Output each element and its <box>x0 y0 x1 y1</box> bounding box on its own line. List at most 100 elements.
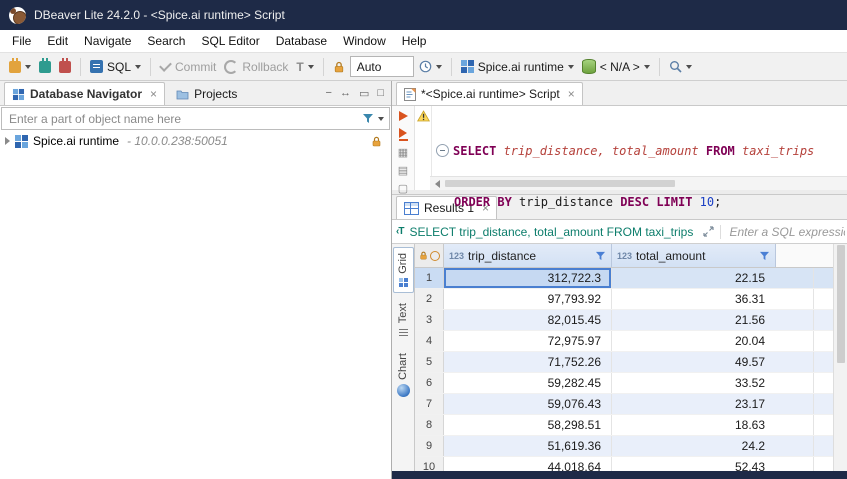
table-row[interactable]: 1 312,722.3 22.15 <box>415 268 833 289</box>
rollback-button[interactable]: Rollback <box>221 58 291 76</box>
disconnect-button[interactable] <box>56 59 74 75</box>
row-number[interactable]: 4 <box>415 331 444 351</box>
cell-trip-distance[interactable]: 97,793.92 <box>444 289 612 309</box>
presentation-tab-chart[interactable]: Chart <box>394 348 413 402</box>
table-row[interactable]: 9 51,619.36 24.2 <box>415 436 833 457</box>
scrollbar-thumb[interactable] <box>837 245 845 363</box>
connection-icon <box>461 60 474 73</box>
active-connection-selector[interactable]: Spice.ai runtime <box>458 58 577 76</box>
cell-total-amount[interactable]: 24.2 <box>612 436 814 456</box>
menu-database[interactable]: Database <box>268 31 335 52</box>
presentation-tab-grid[interactable]: Grid <box>393 247 414 293</box>
expander-icon[interactable] <box>5 137 10 145</box>
cell-total-amount[interactable]: 33.52 <box>612 373 814 393</box>
collapse-all-icon[interactable]: − <box>326 87 332 99</box>
row-number[interactable]: 1 <box>415 268 444 288</box>
filter-sort-icon[interactable] <box>595 251 606 261</box>
menu-edit[interactable]: Edit <box>39 31 76 52</box>
cell-total-amount[interactable]: 18.63 <box>612 415 814 435</box>
cell-total-amount[interactable]: 36.31 <box>612 289 814 309</box>
menu-window[interactable]: Window <box>335 31 394 52</box>
fold-icon[interactable] <box>436 144 449 157</box>
transaction-mode-button[interactable]: T <box>293 58 316 76</box>
execute-script-icon[interactable] <box>399 128 408 141</box>
row-number[interactable]: 5 <box>415 352 444 372</box>
numeric-type-icon: 123 <box>617 251 632 261</box>
scrollbar-thumb[interactable] <box>445 180 675 187</box>
tree-item-connection[interactable]: Spice.ai runtime - 10.0.0.238:50051 <box>0 131 391 151</box>
menu-sql-editor[interactable]: SQL Editor <box>193 31 267 52</box>
chevron-down-icon[interactable] <box>378 117 384 124</box>
table-row[interactable]: 3 82,015.45 21.56 <box>415 310 833 331</box>
query-history-button[interactable] <box>416 58 445 75</box>
execute-statement-icon[interactable] <box>399 111 408 121</box>
cell-trip-distance[interactable]: 59,076.43 <box>444 394 612 414</box>
row-number[interactable]: 2 <box>415 289 444 309</box>
menu-navigate[interactable]: Navigate <box>76 31 139 52</box>
close-icon[interactable]: × <box>150 88 157 100</box>
search-button[interactable] <box>666 58 695 75</box>
cell-total-amount[interactable]: 23.17 <box>612 394 814 414</box>
row-number[interactable]: 6 <box>415 373 444 393</box>
minimize-icon[interactable]: ▭ <box>359 87 369 100</box>
cell-total-amount[interactable]: 21.56 <box>612 310 814 330</box>
table-row[interactable]: 2 97,793.92 36.31 <box>415 289 833 310</box>
tab-projects[interactable]: Projects <box>169 83 244 105</box>
maximize-icon[interactable]: □ <box>377 87 384 99</box>
results-grid-zone: Grid Text Chart <box>392 244 847 471</box>
filter-funnel-icon[interactable] <box>362 113 374 124</box>
connect-button[interactable] <box>36 59 54 75</box>
editor-horizontal-scrollbar[interactable] <box>430 176 847 190</box>
column-header-total-amount[interactable]: 123 total_amount <box>612 244 776 267</box>
refresh-state-icon <box>430 251 440 261</box>
table-row[interactable]: 4 72,975.97 20.04 <box>415 331 833 352</box>
menu-help[interactable]: Help <box>394 31 435 52</box>
cell-trip-distance[interactable]: 58,298.51 <box>444 415 612 435</box>
commit-button[interactable]: Commit <box>157 58 219 76</box>
sql-editor-button[interactable]: SQL <box>87 58 144 76</box>
workbench: Database Navigator × Projects − ↔ ▭ □ <box>0 81 847 479</box>
table-row[interactable]: 8 58,298.51 18.63 <box>415 415 833 436</box>
filter-sort-icon[interactable] <box>759 251 770 261</box>
autocommit-lock-button[interactable] <box>330 59 348 75</box>
new-connection-button[interactable] <box>6 59 34 75</box>
close-icon[interactable]: × <box>568 88 575 100</box>
cell-total-amount[interactable]: 49.57 <box>612 352 814 372</box>
results-vertical-scrollbar[interactable] <box>833 244 847 471</box>
row-number[interactable]: 8 <box>415 415 444 435</box>
table-row[interactable]: 7 59,076.43 23.17 <box>415 394 833 415</box>
cell-trip-distance[interactable]: 51,619.36 <box>444 436 612 456</box>
custom-filter-icon[interactable]: ‹T <box>396 226 403 237</box>
navigator-filter-input[interactable] <box>7 111 358 127</box>
chevron-down-icon <box>644 65 650 72</box>
column-header-trip-distance[interactable]: 123 trip_distance <box>444 244 612 267</box>
tab-database-navigator[interactable]: Database Navigator × <box>4 82 165 105</box>
toolbar-separator <box>659 58 660 76</box>
cell-trip-distance[interactable]: 71,752.26 <box>444 352 612 372</box>
row-number[interactable]: 3 <box>415 310 444 330</box>
transaction-mode-combo[interactable]: Auto <box>350 56 414 77</box>
cell-total-amount[interactable]: 22.15 <box>612 268 814 288</box>
output-panel-icon[interactable]: ▢ <box>398 184 408 195</box>
cell-trip-distance[interactable]: 59,282.45 <box>444 373 612 393</box>
grid-corner[interactable] <box>415 244 444 267</box>
chart-icon <box>397 384 410 397</box>
link-with-editor-icon[interactable]: ↔ <box>340 87 351 99</box>
menu-file[interactable]: File <box>4 31 39 52</box>
table-row[interactable]: 5 71,752.26 49.57 <box>415 352 833 373</box>
editor-panel-icon[interactable]: ▤ <box>398 166 408 177</box>
tab-sql-script[interactable]: *<Spice.ai runtime> Script × <box>396 82 583 105</box>
explain-plan-icon[interactable]: ▦ <box>398 148 408 159</box>
window-title: DBeaver Lite 24.2.0 - <Spice.ai runtime>… <box>34 8 285 22</box>
menu-search[interactable]: Search <box>139 31 193 52</box>
cell-trip-distance[interactable]: 82,015.45 <box>444 310 612 330</box>
cell-trip-distance[interactable]: 72,975.97 <box>444 331 612 351</box>
cell-trip-distance[interactable]: 312,722.3 <box>444 268 612 288</box>
presentation-tab-text[interactable]: Text <box>394 298 413 343</box>
scroll-left-icon[interactable] <box>435 180 440 188</box>
cell-total-amount[interactable]: 20.04 <box>612 331 814 351</box>
table-row[interactable]: 6 59,282.45 33.52 <box>415 373 833 394</box>
row-number[interactable]: 7 <box>415 394 444 414</box>
active-schema-selector[interactable]: < N/A > <box>579 57 653 76</box>
row-number[interactable]: 9 <box>415 436 444 456</box>
